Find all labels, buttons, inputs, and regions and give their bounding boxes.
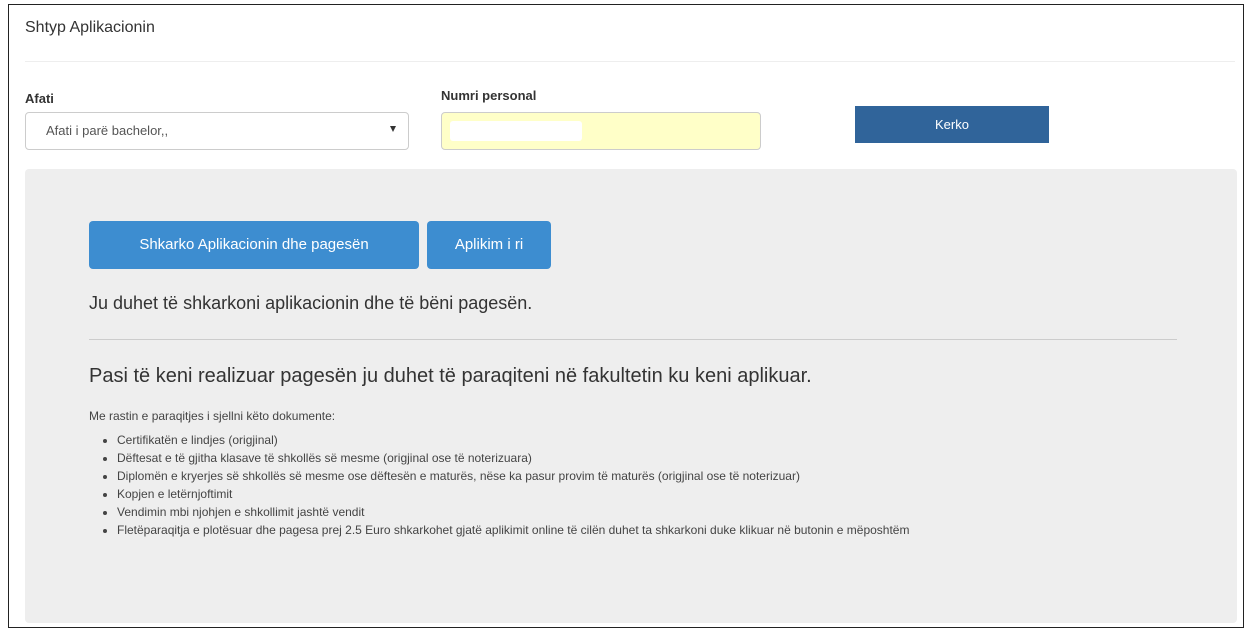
print-application-panel: Shtyp Aplikacionin Afati Afati i parë ba… [8,4,1244,628]
list-item: Dëftesat e të gjitha klasave të shkollës… [117,449,909,467]
personal-number-label: Numri personal [441,88,537,103]
list-item: Diplomën e kryerjes së shkollës së mesme… [117,467,909,485]
title-divider [25,61,1235,62]
panel-title: Shtyp Aplikacionin [25,19,155,36]
term-select-value: Afati i parë bachelor,, [46,123,169,138]
list-item: Vendimin mbi njohjen e shkollimit jashtë… [117,503,909,521]
list-item: Fletëparaqitja e plotësuar dhe pagesa pr… [117,521,909,539]
download-notice: Ju duhet të shkarkoni aplikacionin dhe t… [89,293,533,313]
instructions-heading: Pasi të keni realizuar pagesën ju duhet … [89,365,812,387]
term-select[interactable]: Afati i parë bachelor,, [25,112,409,150]
term-label: Afati [25,91,54,106]
documents-list: Certifikatën e lindjes (origjinal) Dëfte… [89,431,909,539]
result-well: Shkarko Aplikacionin dhe pagesën Aplikim… [25,169,1237,623]
personal-number-value [450,121,582,141]
list-item: Kopjen e letërnjoftimit [117,485,909,503]
caret-down-icon [390,126,396,132]
search-button[interactable]: Kerko [855,106,1049,143]
personal-number-input[interactable] [441,112,761,150]
documents-intro: Me rastin e paraqitjes i sjellni këto do… [89,409,336,423]
result-divider [89,339,1177,340]
new-application-button[interactable]: Aplikim i ri [427,221,551,269]
download-application-button[interactable]: Shkarko Aplikacionin dhe pagesën [89,221,419,269]
list-item: Certifikatën e lindjes (origjinal) [117,431,909,449]
